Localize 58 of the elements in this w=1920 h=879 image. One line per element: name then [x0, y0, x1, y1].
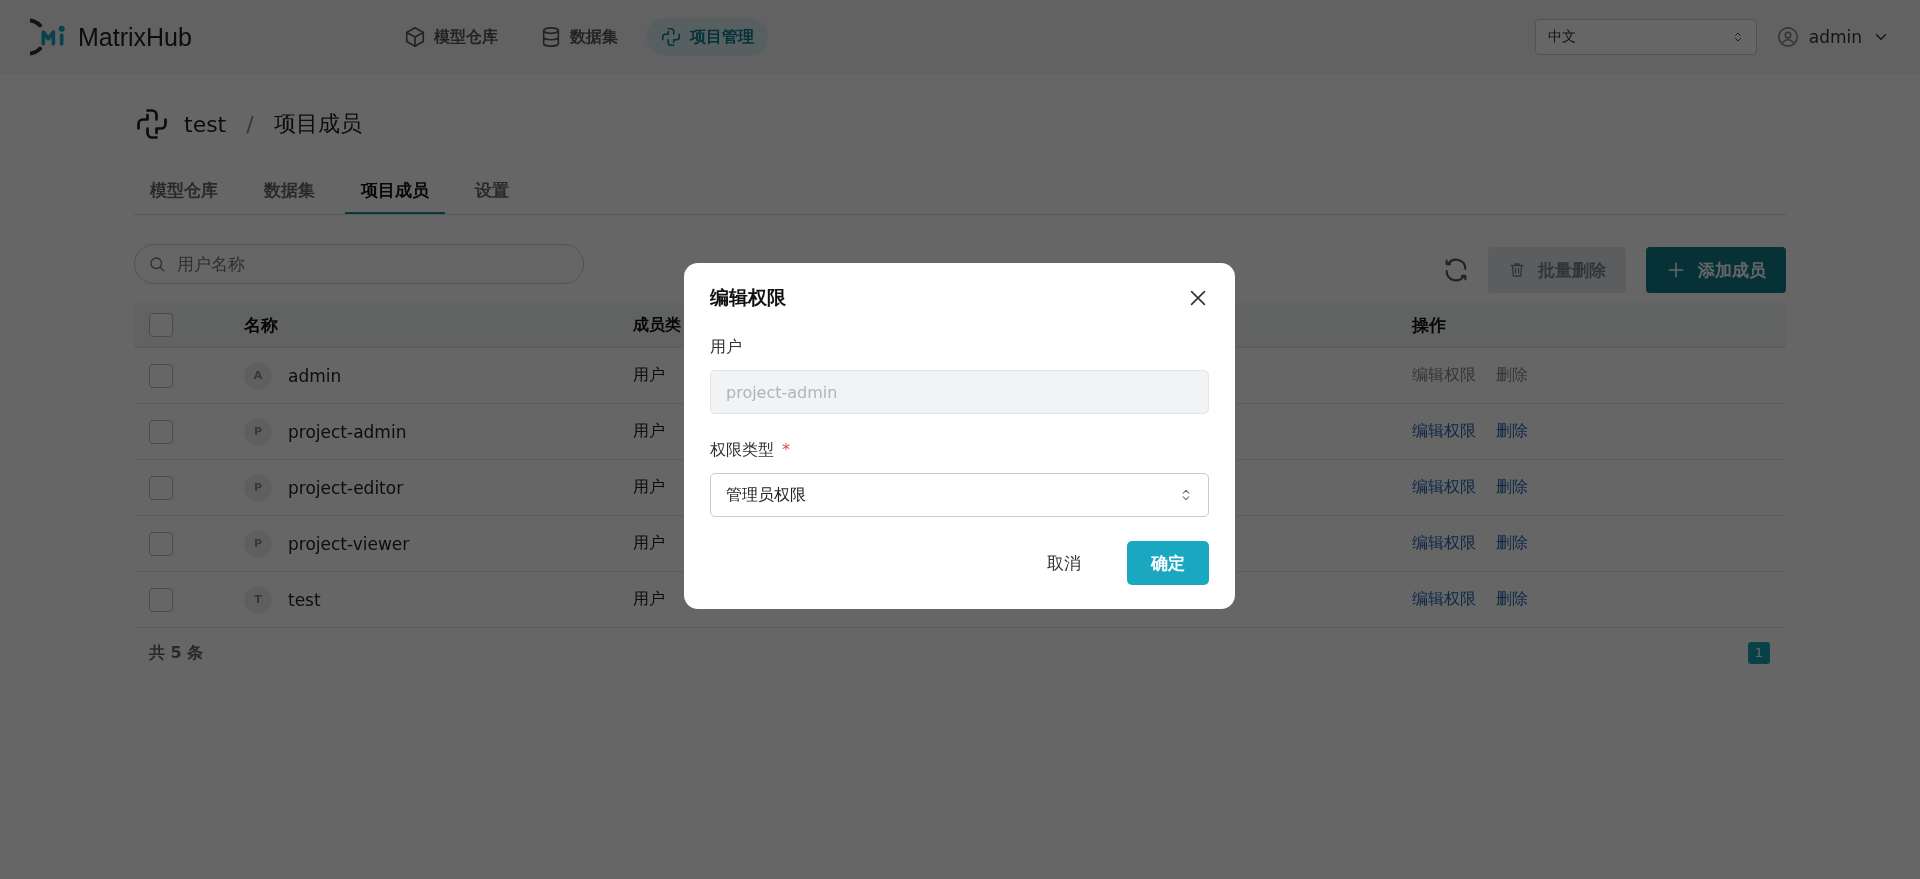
- table-cell: project-admin: [288, 421, 407, 442]
- field-label: 权限类型: [710, 440, 774, 461]
- action-link[interactable]: 编辑权限: [1412, 477, 1476, 498]
- knot-icon: [660, 26, 682, 48]
- tab[interactable]: 模型仓库: [134, 179, 234, 214]
- column-header: 操作: [1412, 313, 1446, 337]
- checkbox[interactable]: [149, 475, 173, 500]
- required-mark: *: [782, 440, 790, 461]
- confirm-button[interactable]: 确定: [1127, 541, 1209, 585]
- plus-icon: [1666, 260, 1686, 280]
- cancel-button[interactable]: 取消: [1025, 541, 1103, 585]
- page-title: 项目成员: [273, 110, 362, 138]
- trash-icon: [1508, 261, 1526, 279]
- total-count: 共 5 条: [149, 642, 204, 664]
- user-menu[interactable]: admin: [1776, 26, 1890, 48]
- column-header: 名称: [244, 313, 278, 337]
- table-cell: 用户: [633, 533, 665, 554]
- nav-item[interactable]: 模型仓库: [390, 18, 512, 56]
- search-icon: [148, 255, 166, 273]
- user-avatar-icon: [1776, 26, 1799, 48]
- checkbox[interactable]: [149, 363, 173, 388]
- action-link[interactable]: 编辑权限: [1412, 589, 1476, 610]
- column-header: 成员类: [633, 314, 681, 336]
- breadcrumb-separator: /: [246, 111, 254, 137]
- field-label: 用户: [710, 337, 742, 358]
- database-icon: [540, 26, 562, 48]
- table-cell: admin: [288, 365, 342, 386]
- tab[interactable]: 设置: [459, 179, 525, 214]
- nav-item[interactable]: 项目管理: [646, 18, 768, 56]
- checkbox[interactable]: [149, 531, 173, 556]
- dialog-title: 编辑权限: [710, 285, 786, 310]
- breadcrumb-link[interactable]: test: [184, 111, 227, 137]
- action-link[interactable]: 删除: [1496, 533, 1528, 554]
- table-cell: 用户: [633, 365, 665, 386]
- nav-item[interactable]: 数据集: [526, 18, 632, 56]
- language-select[interactable]: 中文: [1534, 19, 1757, 55]
- action-link[interactable]: 删除: [1496, 477, 1528, 498]
- action-link[interactable]: 编辑权限: [1412, 533, 1476, 554]
- table-cell: project-editor: [288, 477, 404, 498]
- table-cell: 用户: [633, 477, 665, 498]
- table-cell: test: [288, 589, 321, 610]
- action-link[interactable]: 删除: [1496, 421, 1528, 442]
- page-button[interactable]: 1: [1748, 642, 1770, 664]
- action-link[interactable]: 编辑权限: [1412, 421, 1476, 442]
- logo-text: MatrixHub: [78, 22, 192, 52]
- permission-select[interactable]: 管理员权限: [710, 473, 1209, 517]
- table-cell: project-viewer: [288, 533, 410, 554]
- tab[interactable]: 数据集: [248, 179, 331, 214]
- cube-icon: [404, 26, 426, 48]
- checkbox[interactable]: [149, 587, 173, 612]
- checkbox[interactable]: [149, 419, 173, 444]
- action-link[interactable]: 删除: [1496, 589, 1528, 610]
- add-member-button[interactable]: 添加成员: [1646, 247, 1786, 293]
- knot-icon: [134, 106, 170, 142]
- table-cell: 用户: [633, 589, 665, 610]
- table-cell: 用户: [633, 421, 665, 442]
- tab[interactable]: 项目成员: [345, 179, 445, 214]
- checkbox[interactable]: [149, 313, 173, 337]
